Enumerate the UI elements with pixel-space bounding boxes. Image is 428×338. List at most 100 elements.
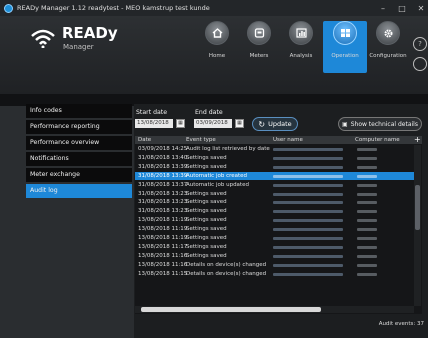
vertical-scrollbar[interactable] [414, 145, 421, 306]
vertical-scrollbar-thumb[interactable] [415, 185, 420, 230]
row-computer-name-redacted [357, 148, 377, 151]
sidebar-item-notifications[interactable]: Notifications [26, 152, 132, 166]
row-computer-name-redacted [357, 210, 377, 214]
table-row[interactable]: 13/08/2018 11:19 Settings saved [135, 216, 414, 225]
maximize-button[interactable]: □ [393, 0, 411, 16]
row-computer-name-redacted [357, 219, 377, 223]
row-user-name-redacted [273, 272, 343, 276]
nav-home-label: Home [208, 53, 226, 59]
table-row[interactable]: 31/08/2018 13:23 Settings saved [135, 207, 414, 216]
row-event-type: Audit log list retrieved by date [186, 146, 270, 152]
row-date: 13/08/2018 11:19 [138, 226, 188, 233]
nav-home[interactable]: Home [195, 21, 239, 73]
table-row[interactable]: 31/08/2018 13:39 Automatic job created [135, 171, 414, 181]
nav-configuration[interactable]: Configuration [366, 21, 410, 73]
row-event-type: Settings saved [186, 235, 227, 241]
row-event-type: Settings saved [186, 226, 227, 233]
end-calendar-icon[interactable]: ▦ [235, 119, 244, 128]
sidebar-item-audit-log[interactable]: Audit log [26, 184, 132, 198]
row-date: 31/08/2018 13:23 [138, 190, 188, 197]
add-column-icon[interactable]: + [414, 136, 421, 144]
row-date: 31/08/2018 13:23 [138, 199, 188, 206]
table-row[interactable]: 31/08/2018 13:39 Settings saved [135, 163, 414, 172]
refresh-icon: ↻ [258, 119, 266, 129]
row-date: 31/08/2018 13:39 [138, 163, 188, 170]
row-date: 31/08/2018 13:37 [138, 181, 188, 188]
nav-operation[interactable]: Operation [323, 21, 367, 73]
row-event-type: Settings saved [186, 208, 227, 215]
table-row[interactable]: 31/08/2018 13:40 Settings saved [135, 154, 414, 163]
row-date: 13/08/2018 11:15 [138, 270, 188, 277]
row-event-type: Automatic job created [186, 172, 248, 179]
nav-meters-label: Meters [249, 53, 269, 59]
row-event-type: Details on device(s) changed [186, 270, 267, 277]
row-user-name-redacted [273, 228, 343, 232]
sidebar-item-meter-exchange[interactable]: Meter exchange [26, 168, 132, 182]
row-event-type: Settings saved [186, 199, 227, 206]
row-computer-name-redacted [357, 263, 377, 267]
show-technical-details-label: Show technical details [350, 120, 418, 128]
row-date: 31/08/2018 13:40 [138, 154, 188, 161]
sidebar-item-performance-overview[interactable]: Performance overview [26, 136, 132, 150]
row-date: 13/08/2018 11:17 [138, 243, 188, 250]
row-computer-name-redacted [357, 201, 377, 205]
horizontal-scrollbar[interactable] [135, 306, 414, 313]
logo-subtitle: Manager [63, 43, 94, 51]
end-date-field[interactable]: 03/09/2018 [194, 119, 232, 128]
row-event-type: Settings saved [186, 252, 227, 259]
search-icon[interactable] [413, 57, 427, 71]
sidebar-item-performance-reporting[interactable]: Performance reporting [26, 120, 132, 134]
row-computer-name-redacted [357, 183, 377, 187]
show-technical-details-button[interactable]: ▣ Show technical details [338, 117, 422, 131]
nav-meters[interactable]: Meters [237, 21, 281, 73]
row-date: 13/08/2018 11:16 [138, 261, 188, 268]
app-icon [4, 3, 13, 13]
table-row[interactable]: 31/08/2018 13:23 Settings saved [135, 198, 414, 207]
nav-configuration-label: Configuration [369, 53, 407, 59]
operation-icon [333, 21, 357, 45]
row-event-type: Settings saved [186, 190, 227, 197]
row-user-name-redacted [273, 201, 343, 205]
table-row[interactable]: 31/08/2018 13:23 Settings saved [135, 190, 414, 199]
wifi-logo-icon [31, 29, 55, 48]
row-user-name-redacted [273, 219, 343, 223]
table-row[interactable]: 13/08/2018 11:16 Details on device(s) cha… [135, 261, 414, 270]
table-row[interactable]: 13/08/2018 11:17 Settings saved [135, 243, 414, 252]
table-row[interactable]: 13/08/2018 11:15 Details on device(s) cha… [135, 270, 414, 279]
row-user-name-redacted [273, 156, 343, 160]
table-row[interactable]: 13/08/2018 11:16 Settings saved [135, 252, 414, 261]
close-button[interactable]: ✕ [412, 0, 428, 16]
start-date-field[interactable]: 13/08/2018 [135, 119, 173, 128]
table-row[interactable]: 13/08/2018 11:19 Settings saved [135, 225, 414, 234]
end-date-label: End date [195, 109, 223, 116]
minimize-button[interactable]: – [374, 0, 392, 16]
help-icon[interactable]: ? [413, 37, 427, 51]
update-button[interactable]: ↻ Update [252, 117, 298, 131]
row-computer-name-redacted [357, 272, 377, 276]
column-header-event-type[interactable]: Event type [186, 137, 216, 143]
table-row[interactable]: 31/08/2018 13:37 Automatic job updated [135, 181, 414, 190]
sidebar-item-info-codes[interactable]: Info codes [26, 104, 132, 118]
row-event-type: Settings saved [186, 163, 227, 170]
row-computer-name-redacted [357, 192, 377, 196]
row-date: 31/08/2018 13:39 [138, 172, 188, 179]
update-button-label: Update [268, 120, 292, 128]
audit-events-count: Audit events: 37 [378, 321, 424, 327]
row-user-name-redacted [273, 237, 343, 240]
row-date: 13/08/2018 11:16 [138, 252, 188, 259]
table-row[interactable]: 13/08/2018 11:19 Settings saved [135, 234, 414, 243]
row-computer-name-redacted [357, 156, 377, 160]
table-row[interactable]: 03/09/2018 14:25 Audit log list retrieved… [135, 145, 414, 154]
column-header-date[interactable]: Date [138, 137, 151, 143]
column-header-computer-name[interactable]: Computer name [355, 137, 400, 143]
start-calendar-icon[interactable]: ▦ [176, 119, 185, 128]
row-event-type: Settings saved [186, 154, 227, 161]
analysis-icon [289, 21, 313, 45]
horizontal-scrollbar-thumb[interactable] [141, 307, 321, 312]
row-computer-name-redacted [357, 165, 377, 169]
nav-analysis[interactable]: Analysis [279, 21, 323, 73]
column-header-user-name[interactable]: User name [273, 137, 303, 143]
start-date-label: Start date [136, 109, 168, 116]
row-user-name-redacted [273, 148, 343, 151]
audit-log-table: Date Event type User name Computer name … [135, 136, 422, 314]
